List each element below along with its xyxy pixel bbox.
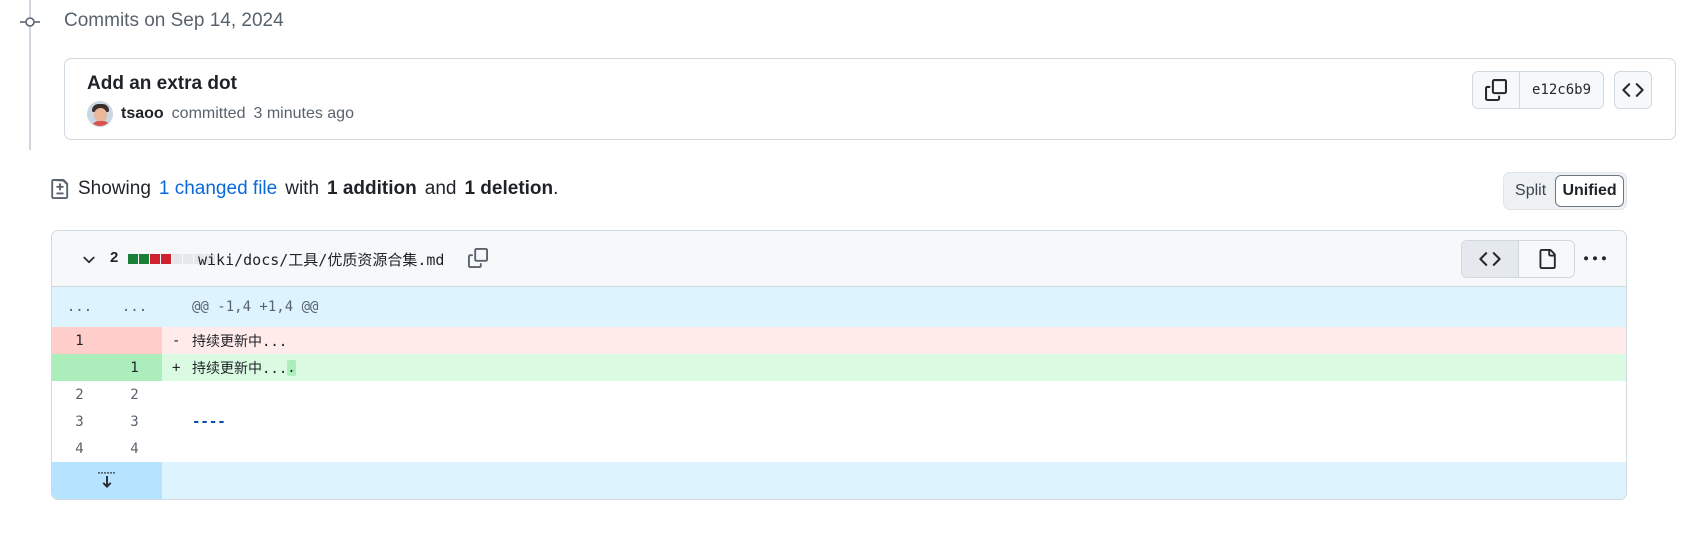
expand-row: [52, 462, 1626, 499]
copy-path-button[interactable]: [465, 245, 491, 271]
hunk-header-row: ... ... @@ -1,4 +1,4 @@: [52, 287, 1626, 327]
chevron-down-icon[interactable]: [80, 251, 98, 269]
new-line-number[interactable]: 1: [107, 354, 162, 381]
changed-files-link[interactable]: 1 changed file: [159, 178, 277, 200]
copy-sha-button[interactable]: [1473, 72, 1519, 108]
commit-title[interactable]: Add an extra dot: [87, 73, 237, 95]
new-line-number[interactable]: 2: [107, 381, 162, 408]
summary-suffix: .: [553, 178, 559, 199]
line-text: [162, 381, 1626, 408]
commit-meta: tsaoo committed 3 minutes ago: [87, 101, 354, 127]
split-view-button[interactable]: Split: [1506, 175, 1555, 207]
new-line-number[interactable]: [107, 327, 162, 354]
line-text: [162, 435, 1626, 462]
file-header: 2 wiki/docs/工具/优质资源合集.md: [52, 231, 1626, 287]
line-code: - 持续更新中...: [162, 327, 1626, 354]
file-diff: 2 wiki/docs/工具/优质资源合集.md ... ... @@ -1,4…: [51, 230, 1627, 500]
commit-time: 3 minutes ago: [253, 105, 354, 122]
line-sign: +: [172, 359, 181, 376]
file-path[interactable]: wiki/docs/工具/优质资源合集.md: [198, 249, 444, 270]
browse-repo-button[interactable]: [1614, 71, 1652, 109]
diff-summary: Showing 1 changed file with 1 addition a…: [50, 178, 558, 200]
source-view-button[interactable]: [1462, 241, 1518, 277]
expand-down-button[interactable]: [52, 462, 162, 499]
deleted-line-row: 1 - 持续更新中...: [52, 327, 1626, 354]
code-icon: [1622, 83, 1644, 97]
file-icon: [1539, 249, 1556, 269]
commit-group-title: Commits on Sep 14, 2024: [64, 10, 284, 31]
hunk-right: ...: [107, 287, 162, 327]
diff-rows: ... ... @@ -1,4 +1,4 @@ 1 - 持续更新中... 1 + 持…: [52, 287, 1626, 499]
copy-icon: [1485, 79, 1507, 101]
context-line-row: 3 3 ----: [52, 408, 1626, 435]
line-text: 持续更新中...: [192, 360, 288, 377]
copy-icon: [468, 248, 488, 268]
avatar[interactable]: [87, 101, 113, 127]
summary-and: and: [424, 178, 457, 199]
unfold-icon: [98, 472, 115, 488]
sha-button-group: e12c6b9: [1472, 71, 1605, 109]
hunk-header: @@ -1,4 +1,4 @@: [192, 299, 319, 315]
unified-view-button[interactable]: Unified: [1555, 175, 1624, 207]
added-highlight: .: [287, 359, 296, 376]
added-line-row: 1 + 持续更新中....: [52, 354, 1626, 381]
diff-view-toggle: Split Unified: [1503, 172, 1627, 210]
commit-author[interactable]: tsaoo: [121, 105, 164, 123]
commit-card: Add an extra dot tsaoo committed 3 minut…: [64, 58, 1676, 140]
change-count: 2: [110, 249, 119, 266]
new-line-number[interactable]: 4: [107, 435, 162, 462]
line-text: ----: [192, 413, 226, 430]
commit-action: committed: [171, 105, 246, 122]
git-commit-icon: [20, 14, 40, 30]
kebab-horizontal-icon[interactable]: [1579, 243, 1611, 275]
file-view-toggle: [1461, 240, 1575, 278]
context-line-row: 2 2: [52, 381, 1626, 408]
rich-view-button[interactable]: [1518, 241, 1574, 277]
line-code: + 持续更新中....: [162, 354, 1626, 381]
file-diff-icon: [51, 179, 69, 199]
old-line-number[interactable]: [52, 354, 107, 381]
hunk-left: ...: [52, 287, 107, 327]
line-sign: -: [172, 332, 181, 349]
old-line-number[interactable]: 1: [52, 327, 107, 354]
old-line-number[interactable]: 2: [52, 381, 107, 408]
summary-prefix: Showing: [78, 178, 151, 199]
deletions-count: 1 deletion: [464, 178, 554, 199]
old-line-number[interactable]: 4: [52, 435, 107, 462]
code-icon: [1479, 252, 1501, 266]
new-line-number[interactable]: 3: [107, 408, 162, 435]
summary-with: with: [285, 178, 320, 199]
line-text: 持续更新中...: [192, 333, 288, 350]
old-line-number[interactable]: 3: [52, 408, 107, 435]
commit-sha-button[interactable]: e12c6b9: [1519, 72, 1604, 108]
additions-count: 1 addition: [327, 178, 417, 199]
context-line-row: 4 4: [52, 435, 1626, 462]
